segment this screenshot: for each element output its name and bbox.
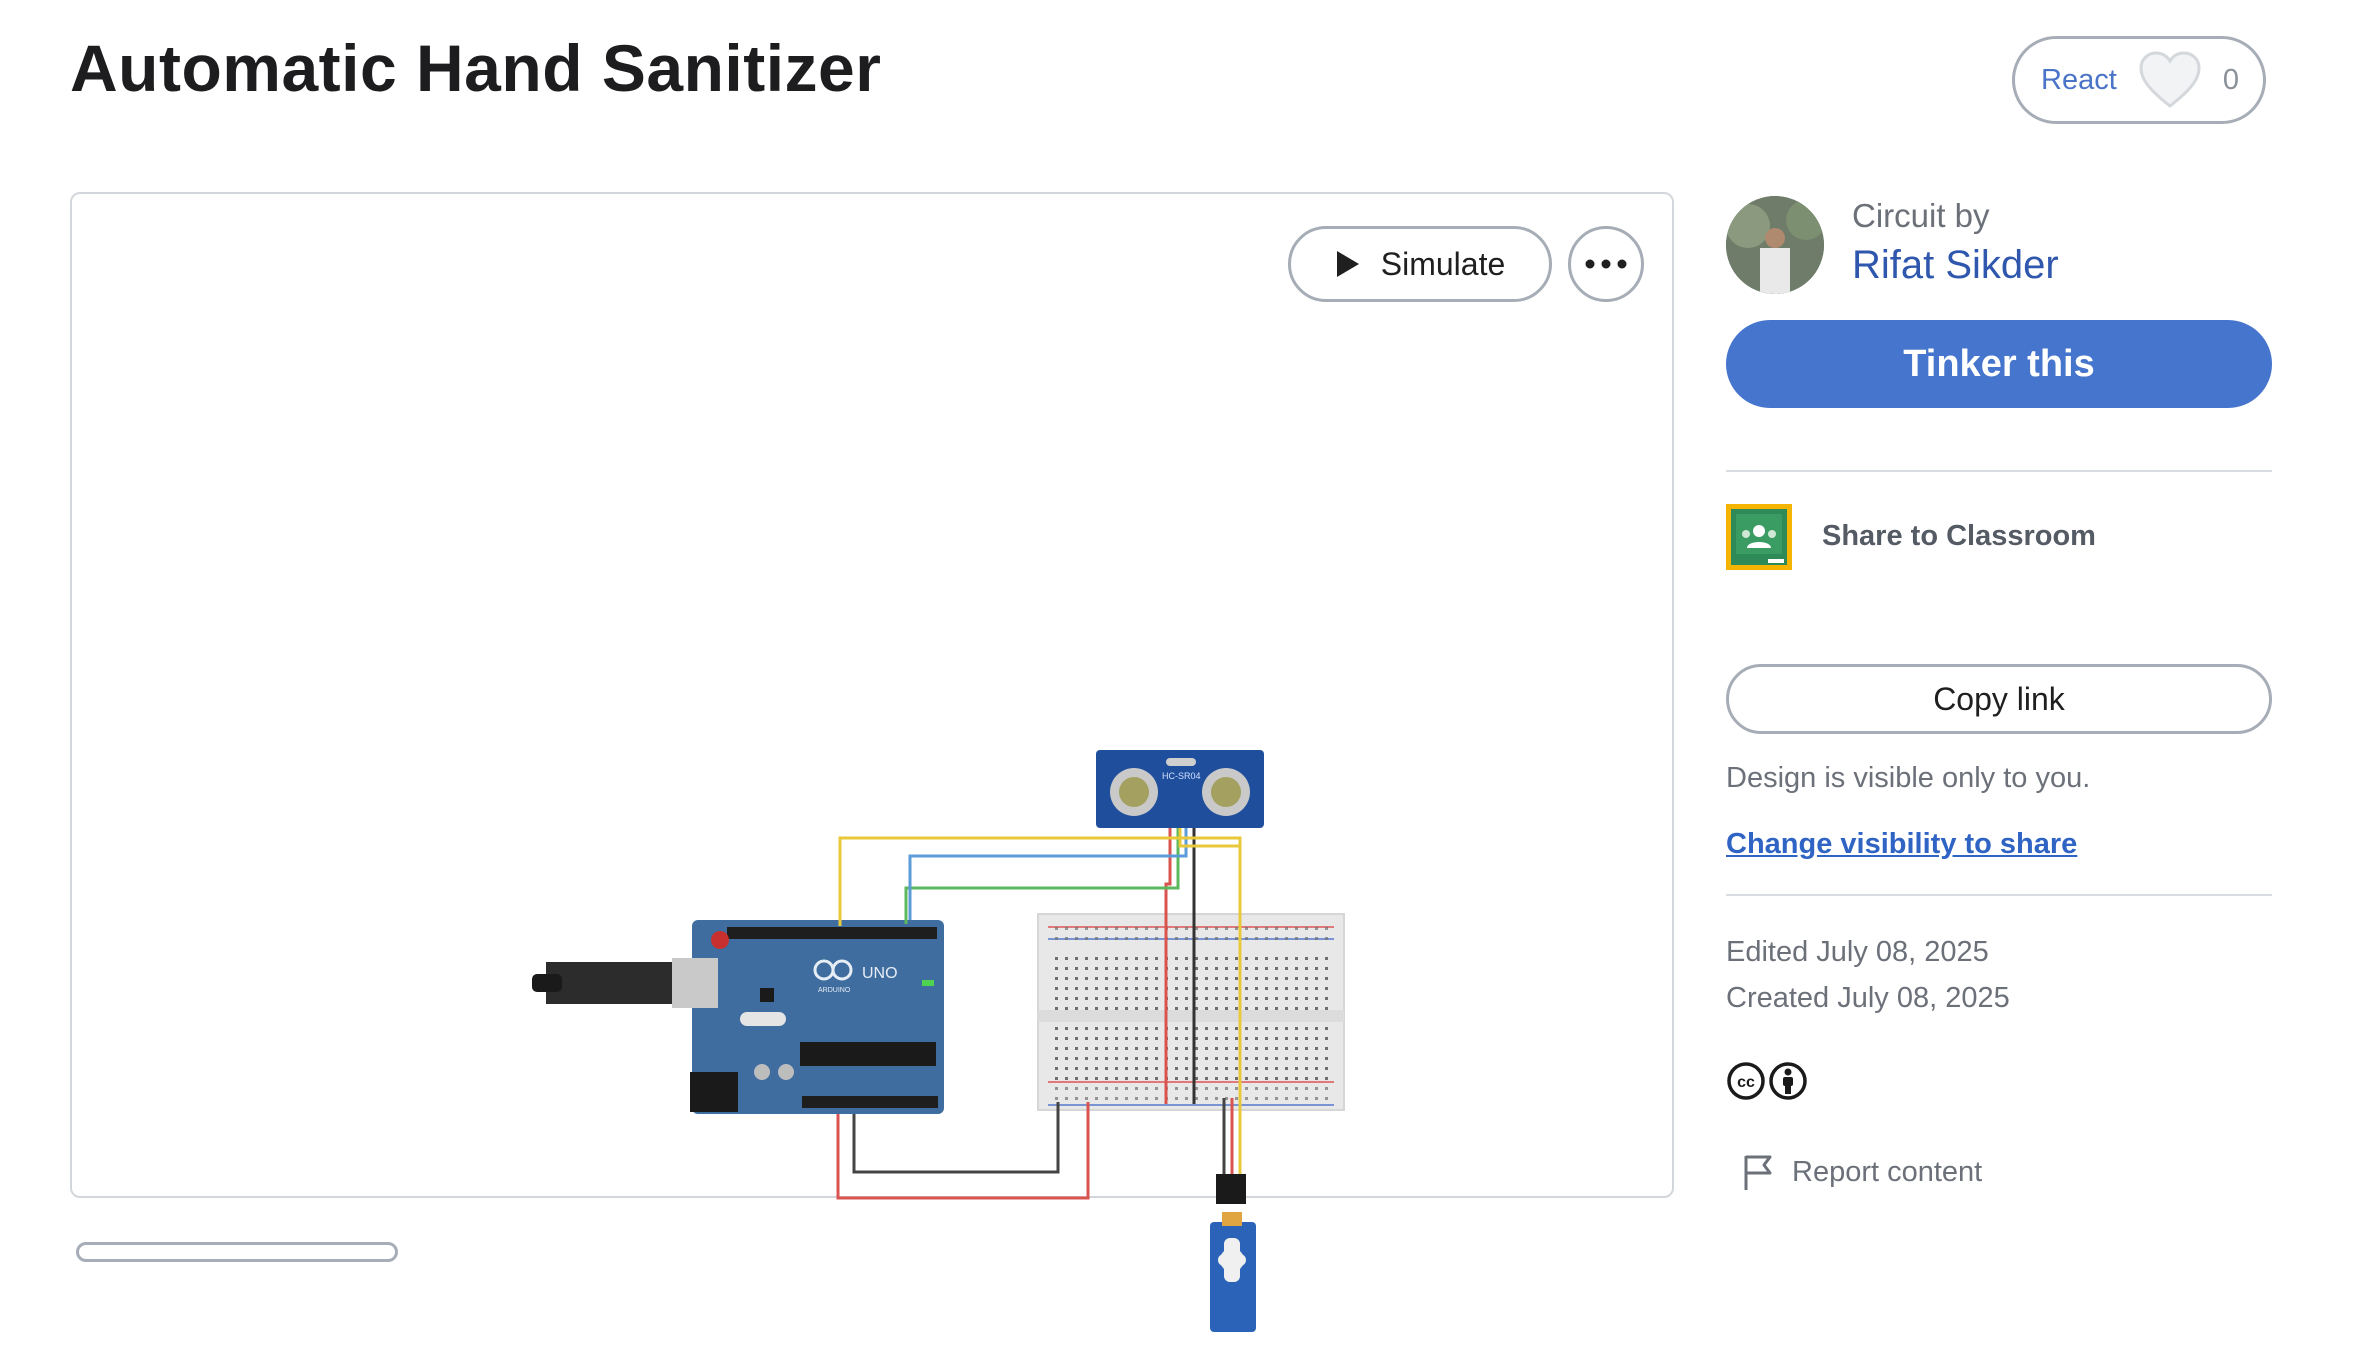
page-title: Automatic Hand Sanitizer — [70, 31, 882, 105]
edited-date: Edited July 08, 2025 — [1726, 936, 1989, 968]
report-label: Report content — [1792, 1155, 1983, 1188]
avatar-image — [1726, 196, 1824, 294]
sensor-label: HC-SR04 — [1162, 771, 1201, 781]
board-brand: UNO — [862, 965, 898, 982]
cc-by-license-icon[interactable]: cc — [1726, 1060, 1810, 1102]
tinker-button[interactable]: Tinker this — [1726, 320, 2272, 408]
heart-icon — [2139, 51, 2201, 108]
react-count: 0 — [2222, 63, 2239, 96]
copy-link-button[interactable]: Copy link — [1726, 664, 2272, 734]
breadboard — [1037, 913, 1345, 1111]
classroom-icon[interactable] — [1726, 504, 1792, 570]
play-icon — [1336, 251, 1359, 277]
circuit-canvas: UNO ARDUINO HC-SR04 — [532, 750, 1345, 1332]
more-options-button[interactable] — [1568, 226, 1644, 302]
react-button[interactable]: React 0 — [2012, 36, 2266, 124]
flag-icon — [1744, 1155, 1772, 1190]
partial-button[interactable] — [76, 1242, 398, 1262]
report-content-link[interactable]: Report content — [1740, 1152, 1982, 1192]
divider — [1726, 470, 2272, 472]
svg-text:cc: cc — [1737, 1074, 1755, 1091]
simulate-button[interactable]: Simulate — [1288, 226, 1552, 302]
ultrasonic-sensor: HC-SR04 — [1096, 750, 1264, 828]
arduino-uno: UNO ARDUINO — [532, 920, 944, 1114]
author-avatar[interactable] — [1726, 196, 1824, 294]
circuit-viewer[interactable]: Simulate UNO ARDUINO HC-SR04 — [70, 192, 1674, 1332]
more-icon — [1585, 259, 1627, 269]
created-date: Created July 08, 2025 — [1726, 982, 2010, 1014]
servo-motor — [1210, 1174, 1256, 1332]
circuit-by-label: Circuit by — [1852, 197, 1990, 234]
divider — [1726, 894, 2272, 896]
author-link[interactable]: Rifat Sikder — [1852, 243, 2059, 288]
board-sub: ARDUINO — [818, 987, 851, 994]
change-visibility-link[interactable]: Change visibility to share — [1726, 828, 2077, 861]
visibility-note: Design is visible only to you. — [1726, 762, 2091, 794]
react-label: React — [2041, 63, 2117, 96]
share-classroom-label[interactable]: Share to Classroom — [1822, 520, 2096, 553]
simulate-label: Simulate — [1380, 245, 1506, 282]
